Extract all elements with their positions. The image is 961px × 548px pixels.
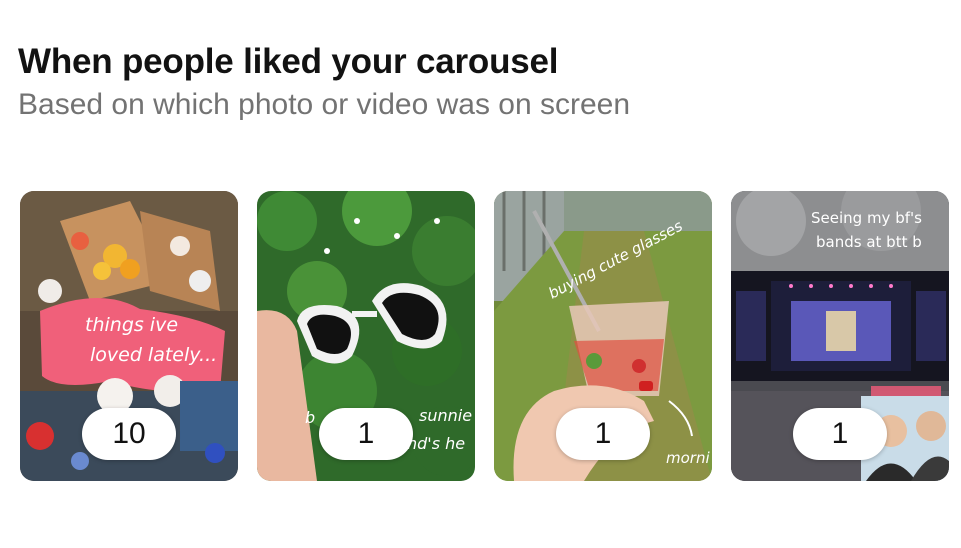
like-count-badge: 10 (82, 408, 176, 460)
page-title: When people liked your carousel (18, 42, 559, 81)
like-count-badge: 1 (556, 408, 650, 460)
like-count-badge: 1 (319, 408, 413, 460)
overlay-text-line2: bands at btt b (816, 233, 922, 251)
carousel-card-2[interactable]: sunnie nd's he b 1 (257, 191, 475, 481)
overlay-text-right-2: nd's he (407, 434, 465, 453)
overlay-text-line1: things ive (85, 314, 178, 336)
overlay-text-left: b (305, 408, 315, 427)
page-subtitle: Based on which photo or video was on scr… (18, 88, 631, 121)
carousel-card-1[interactable]: things ive loved lately... 10 (20, 191, 238, 481)
overlay-text-line1: Seeing my bf's (811, 209, 922, 227)
overlay-text-line2: loved lately... (90, 344, 217, 366)
overlay-text-bottom-right: morni (666, 449, 710, 467)
carousel-thumbnails: things ive loved lately... 10 sunnie nd'… (20, 191, 950, 481)
overlay-text-right-1: sunnie (419, 406, 472, 425)
carousel-card-4[interactable]: Seeing my bf's bands at btt b 1 (731, 191, 949, 481)
carousel-card-3[interactable]: buying cute glasses morni 1 (494, 191, 712, 481)
like-count-badge: 1 (793, 408, 887, 460)
